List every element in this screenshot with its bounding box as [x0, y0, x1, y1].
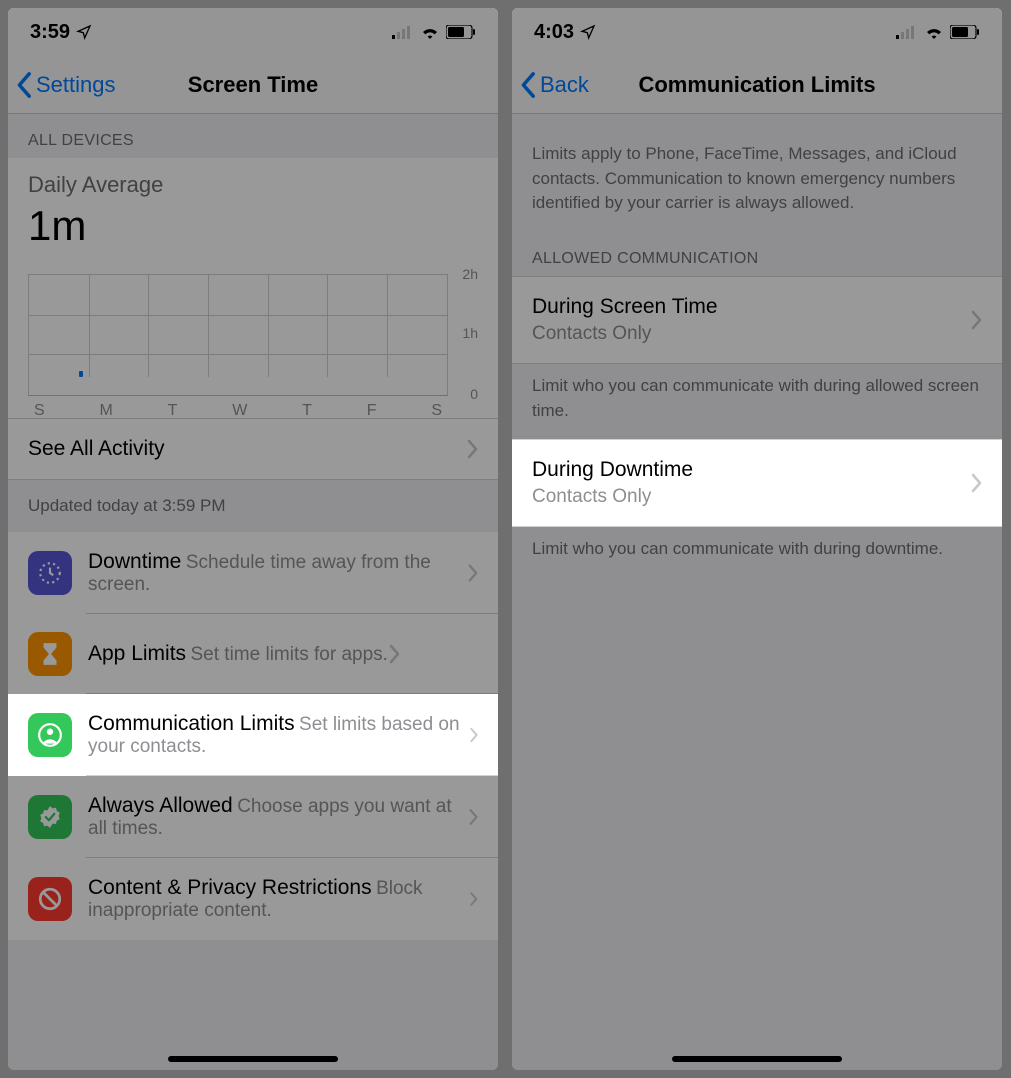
back-button[interactable]: Back — [512, 71, 589, 99]
cellular-icon — [392, 25, 414, 39]
chart-y-2h: 2h — [462, 266, 478, 282]
chevron-right-icon — [467, 563, 478, 583]
chevron-right-icon — [468, 807, 478, 827]
menu-sub: Set time limits for apps. — [191, 644, 388, 665]
header-allowed-communication: ALLOWED COMMUNICATION — [512, 232, 1002, 276]
home-indicator[interactable] — [168, 1056, 338, 1062]
chart-y-0: 0 — [470, 386, 478, 402]
chevron-right-icon — [469, 725, 478, 745]
row-during-downtime[interactable]: During Downtime Contacts Only — [512, 439, 1002, 527]
back-label: Settings — [36, 72, 116, 98]
chevron-left-icon — [16, 71, 34, 99]
intro-text: Limits apply to Phone, FaceTime, Message… — [512, 114, 1002, 232]
daily-average-value: 1m — [28, 202, 478, 250]
chevron-right-icon — [388, 644, 400, 664]
row-during-screen-time[interactable]: During Screen Time Contacts Only — [512, 276, 1002, 364]
chevron-right-icon — [970, 473, 982, 493]
downtime-icon — [28, 551, 72, 595]
menu-title: Always Allowed — [88, 794, 233, 817]
battery-icon — [950, 25, 980, 39]
status-bar: 4:03 — [512, 8, 1002, 56]
chevron-left-icon — [520, 71, 538, 99]
home-indicator[interactable] — [672, 1056, 842, 1062]
row-title: During Screen Time — [532, 295, 970, 319]
cellular-icon — [896, 25, 918, 39]
menu-downtime[interactable]: Downtime Schedule time away from the scr… — [8, 532, 498, 614]
status-time: 3:59 — [30, 21, 70, 44]
updated-label: Updated today at 3:59 PM — [8, 480, 498, 532]
back-label: Back — [540, 72, 589, 98]
check-badge-icon — [28, 795, 72, 839]
menu-title: Communication Limits — [88, 712, 295, 735]
see-all-activity-label: See All Activity — [28, 437, 466, 461]
see-all-activity-row[interactable]: See All Activity — [8, 418, 498, 480]
daily-average-label: Daily Average — [28, 172, 478, 198]
menu-always-allowed[interactable]: Always Allowed Choose apps you want at a… — [8, 776, 498, 858]
chevron-right-icon — [466, 439, 478, 459]
phone-screen-time: 3:59 Settings Screen Time ALL DEVICES Da… — [8, 8, 498, 1070]
nav-bar: Settings Screen Time — [8, 56, 498, 114]
status-bar: 3:59 — [8, 8, 498, 56]
note-downtime: Limit who you can communicate with durin… — [512, 527, 1002, 578]
chevron-right-icon — [970, 310, 982, 330]
wifi-icon — [924, 25, 944, 39]
menu-app-limits[interactable]: App Limits Set time limits for apps. — [8, 614, 498, 694]
phone-communication-limits: 4:03 Back Communication Limits Limits ap… — [512, 8, 1002, 1070]
menu-title: App Limits — [88, 642, 186, 665]
row-title: During Downtime — [532, 458, 970, 482]
chevron-right-icon — [469, 889, 478, 909]
status-time: 4:03 — [534, 21, 574, 44]
chart-y-1h: 1h — [462, 325, 478, 341]
row-value: Contacts Only — [532, 486, 970, 508]
hourglass-icon — [28, 632, 72, 676]
menu-group: Downtime Schedule time away from the scr… — [8, 532, 498, 940]
person-circle-icon — [28, 713, 72, 757]
usage-chart: 2h 1h 0 S M T W T F S — [28, 274, 478, 414]
menu-content-restrictions[interactable]: Content & Privacy Restrictions Block ina… — [8, 858, 498, 940]
menu-title: Content & Privacy Restrictions — [88, 876, 372, 899]
back-button[interactable]: Settings — [8, 71, 116, 99]
usage-card: Daily Average 1m 2h 1h 0 S M T W — [8, 158, 498, 418]
location-icon — [580, 24, 596, 40]
wifi-icon — [420, 25, 440, 39]
no-symbol-icon — [28, 877, 72, 921]
header-all-devices: ALL DEVICES — [8, 114, 498, 158]
nav-bar: Back Communication Limits — [512, 56, 1002, 114]
row-value: Contacts Only — [532, 323, 970, 345]
battery-icon — [446, 25, 476, 39]
menu-title: Downtime — [88, 550, 181, 573]
menu-communication-limits[interactable]: Communication Limits Set limits based on… — [8, 694, 498, 776]
note-screen-time: Limit who you can communicate with durin… — [512, 364, 1002, 439]
location-icon — [76, 24, 92, 40]
